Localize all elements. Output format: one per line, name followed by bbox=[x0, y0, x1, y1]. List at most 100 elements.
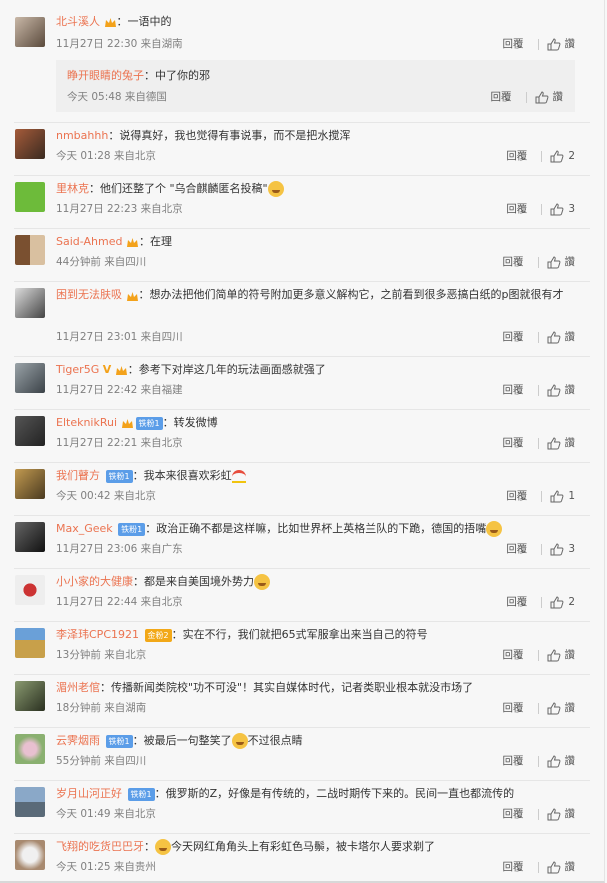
comment-nickname[interactable]: Said-Ahmed bbox=[56, 235, 122, 248]
comment-nickname[interactable]: Max_Geek bbox=[56, 522, 113, 535]
like-count: 2 bbox=[568, 150, 575, 162]
avatar[interactable] bbox=[15, 288, 45, 318]
like-count: 1 bbox=[568, 490, 575, 502]
divider bbox=[541, 150, 543, 162]
comment-nickname[interactable]: 我们瞽方 bbox=[56, 469, 100, 482]
like-button[interactable]: 1 bbox=[550, 488, 575, 504]
comment-nickname[interactable]: 李泽玮CPC1921 bbox=[56, 628, 139, 641]
reply-button[interactable]: 回覆 bbox=[503, 254, 524, 270]
comment-text: 想办法把他们简单的符号附加更多意义解构它，之前看到很多恶搞白纸的p图就很有才 bbox=[149, 288, 564, 301]
fan-badge: 铁粉1 bbox=[127, 787, 155, 801]
reply-button[interactable]: 回覆 bbox=[491, 89, 512, 105]
like-button[interactable]: 讚 bbox=[547, 254, 575, 270]
comment-meta: 13分钟前 来自北京 bbox=[56, 649, 147, 661]
laughing-emoji-icon bbox=[486, 521, 503, 537]
comment-meta: 今天 01:28 来自北京 bbox=[56, 150, 156, 162]
comment-nickname[interactable]: 飞翔的吃货巴巴牙 bbox=[56, 840, 144, 853]
vip-crown-icon bbox=[115, 364, 128, 376]
comment-nickname[interactable]: 里林克 bbox=[56, 182, 89, 195]
reply-button[interactable]: 回覆 bbox=[503, 753, 524, 769]
reply-button[interactable]: 回覆 bbox=[503, 806, 524, 822]
reply-button[interactable]: 回覆 bbox=[503, 382, 524, 398]
avatar[interactable] bbox=[15, 681, 45, 711]
reply-button[interactable]: 回覆 bbox=[506, 488, 527, 504]
comment-text: 在理 bbox=[149, 235, 172, 248]
avatar[interactable] bbox=[15, 182, 45, 212]
comment-meta: 11月27日 22:42 来自福建 bbox=[56, 384, 183, 396]
comment-nickname[interactable]: ElteknikRui bbox=[56, 416, 117, 429]
avatar[interactable] bbox=[15, 840, 45, 870]
comment-text: 俄罗斯的Z，好像是有传统的，二战时期传下来的。民间一直也都流传的 bbox=[165, 787, 515, 800]
comment-text: 今天网红角角头上有彩虹色马鬃，被卡塔尔人要求剃了 bbox=[171, 840, 435, 853]
rainbow-emoji-icon bbox=[231, 469, 246, 483]
comment-text: 说得真好，我也觉得有事说事，而不是把水搅浑 bbox=[119, 129, 351, 142]
avatar[interactable] bbox=[15, 787, 45, 817]
comment-text: 被最后一句整笑了 bbox=[143, 734, 232, 747]
comment-nickname[interactable]: 云霁烟雨 bbox=[56, 734, 100, 747]
avatar[interactable] bbox=[15, 129, 45, 159]
divider bbox=[537, 861, 539, 873]
comment-item: 困到无法肤吸 ：想办法把他们简单的符号附加更多意义解构它，之前看到很多恶搞白纸的… bbox=[0, 282, 605, 356]
reply-button[interactable]: 回覆 bbox=[506, 541, 527, 557]
like-count: 讚 bbox=[552, 91, 564, 103]
like-button[interactable]: 3 bbox=[550, 541, 575, 557]
crying-emoji-icon bbox=[254, 574, 270, 590]
reply-button[interactable]: 回覆 bbox=[506, 148, 527, 164]
like-button[interactable]: 讚 bbox=[547, 753, 575, 769]
thumbs-up-icon bbox=[550, 202, 564, 215]
reply-button[interactable]: 回覆 bbox=[506, 201, 527, 217]
reply-button[interactable]: 回覆 bbox=[503, 36, 524, 52]
fan-badge: 金粉2 bbox=[144, 628, 172, 642]
reply-button[interactable]: 回覆 bbox=[503, 647, 524, 663]
like-button[interactable]: 讚 bbox=[547, 382, 576, 398]
like-button[interactable]: 讚 bbox=[535, 89, 564, 105]
comment-meta: 今天 00:42 来自北京 bbox=[56, 490, 156, 502]
comment-nickname[interactable]: Tiger5G bbox=[56, 363, 99, 376]
reply-button[interactable]: 回覆 bbox=[503, 700, 524, 716]
like-button[interactable]: 讚 bbox=[547, 806, 576, 822]
comment-nickname[interactable]: nmbahhh bbox=[56, 129, 108, 142]
thumbs-up-icon bbox=[547, 383, 560, 396]
comment-item: 湄州老倌：传播新闻类院校"功不可没"！其实自媒体时代，记者类职业根本就没市场了 … bbox=[0, 675, 605, 727]
comment-nickname[interactable]: 小小家的大健康 bbox=[56, 575, 133, 588]
avatar[interactable] bbox=[15, 17, 45, 47]
comment-nickname[interactable]: 北斗溪人 bbox=[56, 15, 100, 28]
comment-text: 都是来自美国境外势力 bbox=[144, 575, 254, 588]
like-button[interactable]: 讚 bbox=[547, 700, 575, 716]
divider bbox=[537, 384, 539, 396]
like-button[interactable]: 2 bbox=[550, 594, 575, 610]
like-button[interactable]: 讚 bbox=[547, 859, 575, 875]
like-button[interactable]: 讚 bbox=[547, 647, 575, 663]
reply-button[interactable]: 回覆 bbox=[503, 435, 524, 451]
reply-button[interactable]: 回覆 bbox=[503, 329, 524, 345]
avatar[interactable] bbox=[15, 575, 45, 605]
comment-item: 李泽玮CPC1921 金粉2 ：实在不行，我们就把65式军服拿出来当自己的符号 1… bbox=[0, 622, 605, 674]
comment-nickname[interactable]: 岁月山河正好 bbox=[56, 787, 122, 800]
like-button[interactable]: 2 bbox=[550, 148, 575, 164]
comment-meta: 11月27日 22:21 来自北京 bbox=[56, 437, 183, 449]
sub-reply-nickname[interactable]: 睁开眼睛的兔子 bbox=[67, 69, 144, 82]
comment-nickname[interactable]: 困到无法肤吸 bbox=[56, 288, 122, 301]
avatar[interactable] bbox=[15, 469, 45, 499]
divider bbox=[541, 203, 543, 215]
avatar[interactable] bbox=[15, 734, 45, 764]
avatar[interactable] bbox=[15, 522, 45, 552]
like-button[interactable]: 讚 bbox=[547, 329, 575, 345]
thumbs-up-icon bbox=[547, 860, 560, 873]
like-button[interactable]: 3 bbox=[550, 201, 575, 217]
avatar[interactable] bbox=[15, 363, 45, 393]
like-button[interactable]: 讚 bbox=[547, 435, 576, 451]
like-button[interactable]: 讚 bbox=[547, 36, 576, 52]
like-count: 讚 bbox=[564, 808, 576, 820]
like-count: 讚 bbox=[564, 38, 576, 50]
avatar[interactable] bbox=[15, 628, 45, 658]
like-count: 讚 bbox=[564, 384, 576, 396]
thumbs-up-icon bbox=[550, 489, 564, 502]
reply-button[interactable]: 回覆 bbox=[506, 594, 527, 610]
avatar[interactable] bbox=[15, 416, 45, 446]
avatar[interactable] bbox=[15, 235, 45, 265]
reply-button[interactable]: 回覆 bbox=[503, 859, 524, 875]
divider bbox=[541, 490, 543, 502]
like-count: 讚 bbox=[564, 437, 576, 449]
comment-nickname[interactable]: 湄州老倌 bbox=[56, 681, 100, 694]
